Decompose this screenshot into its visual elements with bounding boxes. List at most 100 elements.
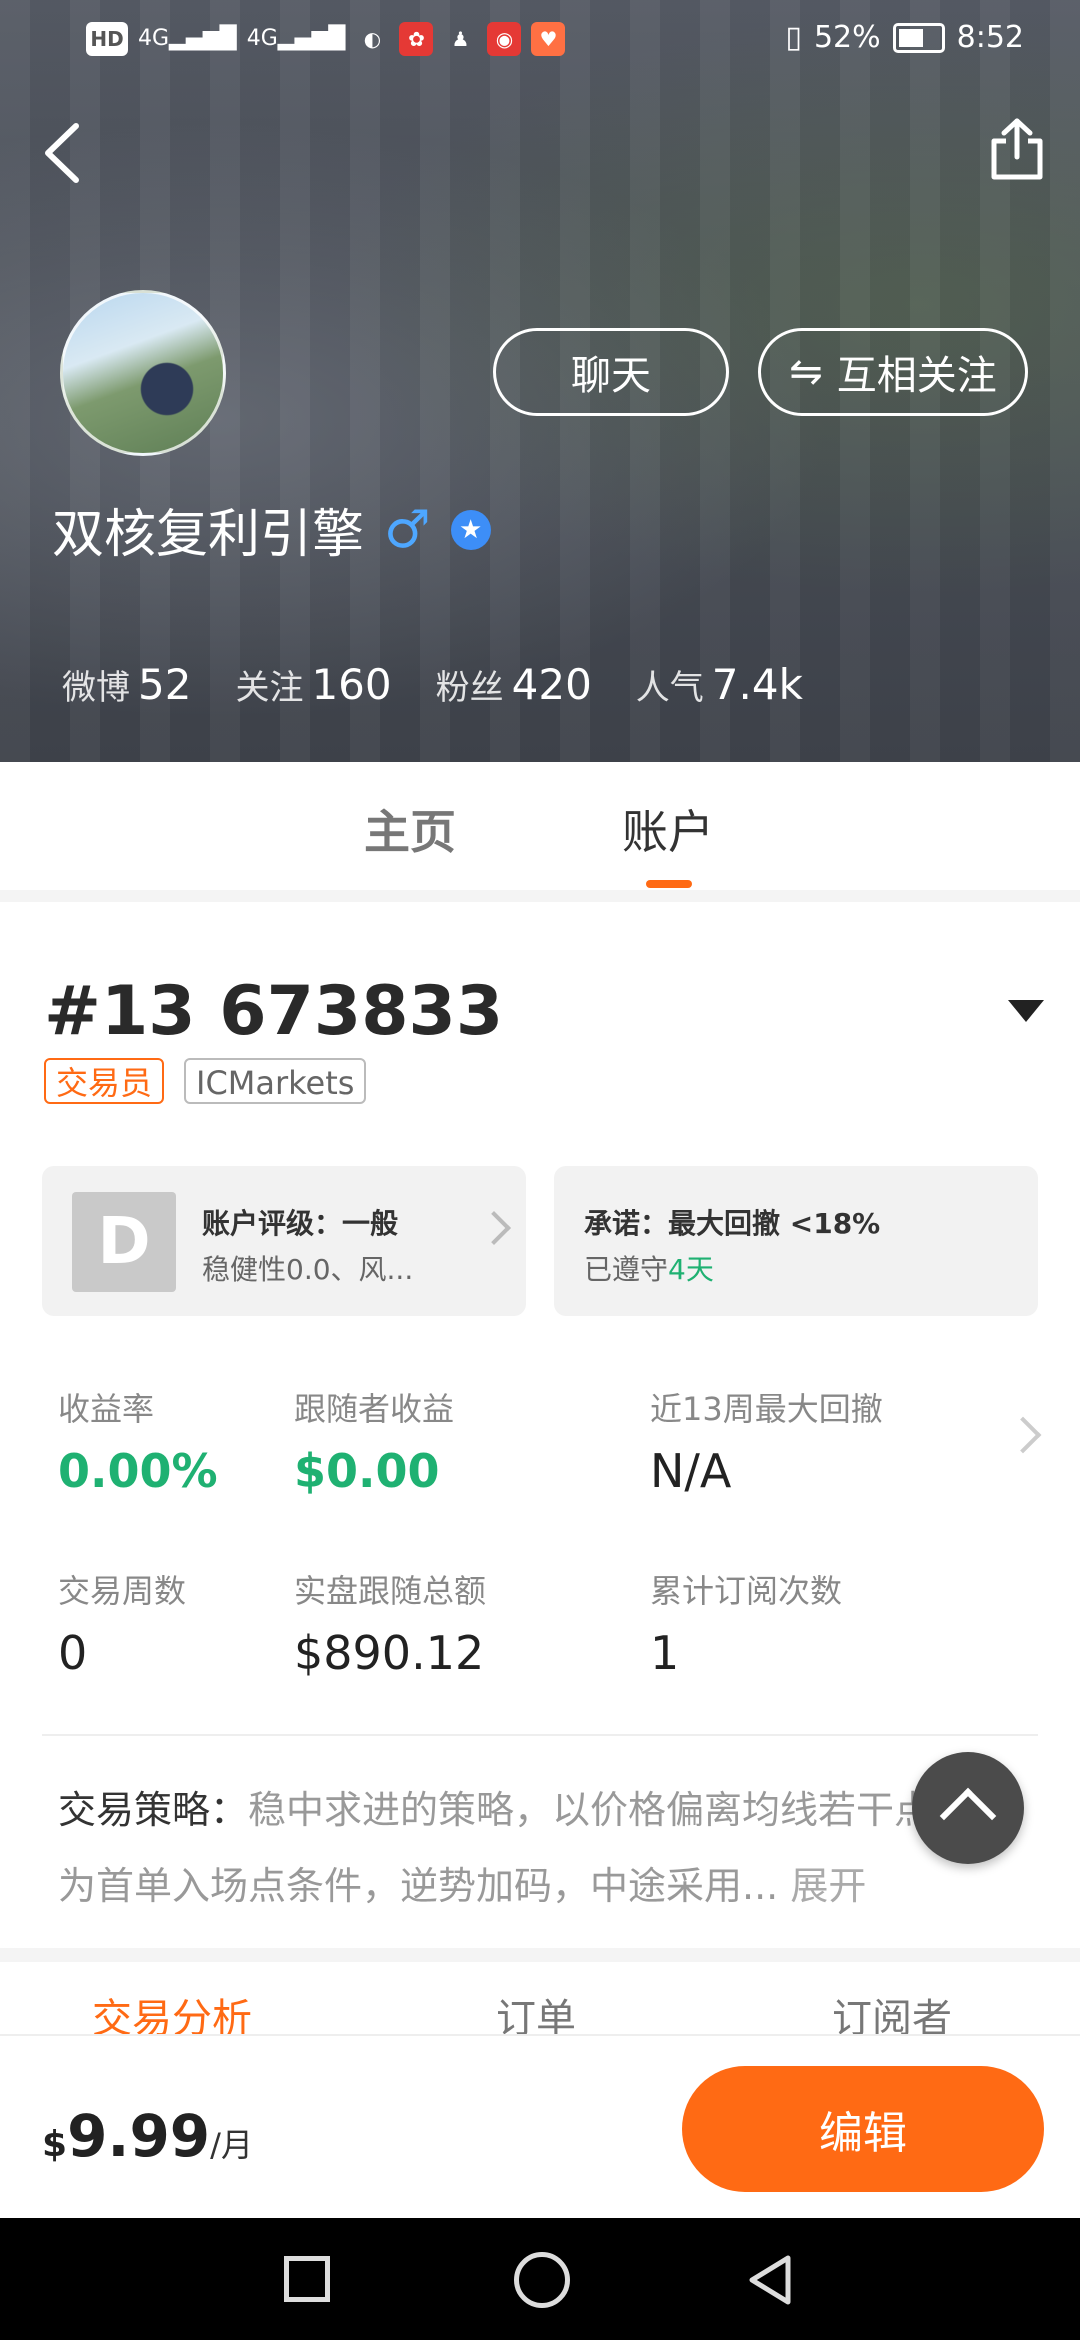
- promise-days: 4天: [668, 1253, 714, 1286]
- chat-button-label: 聊天: [571, 353, 651, 399]
- metric-value: 1: [650, 1626, 680, 1680]
- role-tag: 交易员: [44, 1058, 165, 1104]
- qq-icon: ♟: [451, 27, 470, 51]
- strategy-label: 交易策略：: [58, 1788, 249, 1832]
- promise-title: 承诺：最大回撤 <18%: [584, 1207, 881, 1240]
- clock: 8:52: [956, 20, 1024, 55]
- metric-label: 累计订阅次数: [650, 1572, 843, 1610]
- stat-value: 7.4k: [711, 660, 803, 709]
- price-unit: /月: [210, 2126, 253, 2164]
- analysis-tabs: 交易分析 订单 订阅者: [0, 1962, 1080, 2034]
- system-navigation-bar: [0, 2218, 1080, 2340]
- status-right-icons: ▯ 52% 8:52: [785, 20, 1024, 55]
- huawei-app-icon: ✿: [399, 22, 434, 56]
- home-icon[interactable]: [514, 2252, 570, 2308]
- health-app-icon: ♥: [531, 22, 566, 56]
- metric-label: 收益率: [58, 1390, 155, 1428]
- network-4g-label: 4G: [246, 26, 278, 51]
- price-amount: 9.99: [67, 2102, 211, 2170]
- stat-value: 160: [311, 660, 392, 709]
- mutual-follow-button[interactable]: ⇋ 互相关注: [758, 328, 1028, 416]
- tab-home[interactable]: 主页: [364, 796, 456, 862]
- recent-apps-icon[interactable]: [284, 2256, 330, 2302]
- broker-tag: ICMarkets: [184, 1058, 367, 1104]
- rating-title: 账户评级：一般: [202, 1207, 399, 1240]
- swap-arrows-icon: ⇋: [789, 349, 823, 395]
- scroll-to-top-button[interactable]: [912, 1752, 1024, 1864]
- rating-subtitle: 稳健性0.0、风...: [202, 1253, 414, 1286]
- grade-badge: D: [72, 1192, 176, 1292]
- stat-weibo[interactable]: 微博 52: [62, 660, 191, 709]
- metric-subscriptions: 累计订阅次数 1: [650, 1566, 842, 1680]
- subscription-price: $9.99/月: [42, 2102, 253, 2170]
- metric-label: 实盘跟随总额: [294, 1572, 487, 1610]
- metric-trading-weeks: 交易周数 0: [58, 1566, 186, 1680]
- promise-subtitle: 已遵守4天: [584, 1248, 714, 1288]
- stat-label: 人气: [635, 668, 704, 708]
- metric-value: $0.00: [294, 1444, 440, 1498]
- account-number: #13 673833: [44, 972, 504, 1051]
- metric-label: 跟随者收益: [294, 1390, 455, 1428]
- chevron-right-icon[interactable]: [1004, 1416, 1042, 1454]
- metric-total-follow: 实盘跟随总额 $890.12: [294, 1566, 486, 1680]
- stat-fans[interactable]: 粉丝 420: [436, 660, 592, 709]
- profile-stats: 微博 52 关注 160 粉丝 420 人气 7.4k: [62, 660, 803, 709]
- back-icon[interactable]: [36, 118, 92, 188]
- edit-button-label: 编辑: [819, 2108, 907, 2159]
- follow-button-label: 互相关注: [836, 353, 997, 399]
- metric-value: 0.00%: [58, 1444, 218, 1498]
- vibrate-icon: ▯: [785, 20, 802, 55]
- hd-icon: HD: [86, 22, 128, 56]
- battery-percent: 52%: [813, 20, 881, 55]
- app-notification-icon: ◐: [363, 27, 382, 51]
- account-dropdown-icon[interactable]: [1008, 1000, 1044, 1022]
- edit-button[interactable]: 编辑: [682, 2066, 1044, 2192]
- drawdown-promise-box: 承诺：最大回撤 <18% 已遵守4天: [554, 1166, 1038, 1316]
- stat-label: 微博: [62, 668, 130, 708]
- user-name: 双核复利引擎: [52, 505, 365, 565]
- share-icon[interactable]: [982, 115, 1052, 185]
- tab-subscribers[interactable]: 订阅者: [832, 1986, 952, 2034]
- network-4g-label: 4G: [138, 26, 170, 51]
- signal-4g-icon-1: 4G▂▄▆█: [138, 26, 237, 51]
- stat-following[interactable]: 关注 160: [235, 660, 391, 709]
- metric-label: 近13周最大回撤: [650, 1390, 883, 1428]
- active-tab-indicator: [646, 880, 692, 888]
- stat-label: 粉丝: [435, 668, 504, 708]
- profile-tabs: 主页 账户: [0, 762, 1080, 890]
- stat-label: 关注: [235, 668, 304, 708]
- metric-return-rate: 收益率 0.00%: [58, 1384, 218, 1498]
- stat-popularity: 人气 7.4k: [636, 660, 803, 709]
- avatar[interactable]: [60, 290, 226, 456]
- tab-orders[interactable]: 订单: [496, 1986, 576, 2034]
- status-left-icons: HD 4G▂▄▆█ 4G▂▄▆█ ◐ ✿ ♟ ◉ ♥: [86, 22, 566, 56]
- signal-4g-icon-2: 4G▂▄▆█: [246, 26, 346, 51]
- metric-value: 0: [58, 1626, 88, 1680]
- metric-value: $890.12: [294, 1626, 485, 1680]
- metric-label: 交易周数: [58, 1572, 187, 1610]
- profile-header: HD 4G▂▄▆█ 4G▂▄▆█ ◐ ✿ ♟ ◉ ♥ ▯ 52% 8:52 聊天…: [0, 0, 1080, 762]
- battery-icon: [892, 22, 945, 53]
- user-name-row: 双核复利引擎 ♂ ★: [52, 492, 491, 567]
- price-currency: $: [42, 2124, 68, 2165]
- promise-prefix: 已遵守: [584, 1253, 669, 1286]
- male-gender-icon: ♂: [384, 499, 431, 560]
- trading-strategy: 交易策略：稳中求进的策略，以价格偏离均线若干点作为首单入场点条件，逆势加码，中途…: [58, 1772, 998, 1924]
- nav-back-icon[interactable]: [742, 2252, 798, 2308]
- chevron-right-icon: [477, 1211, 511, 1245]
- stat-value: 420: [511, 660, 592, 709]
- metric-value: N/A: [650, 1444, 732, 1498]
- divider: [42, 1734, 1038, 1736]
- tab-trade-analysis[interactable]: 交易分析: [92, 1986, 252, 2034]
- verified-badge-icon: ★: [450, 509, 491, 550]
- status-bar: HD 4G▂▄▆█ 4G▂▄▆█ ◐ ✿ ♟ ◉ ♥ ▯ 52% 8:52: [0, 0, 1080, 82]
- subscription-bar: $9.99/月 编辑: [0, 2034, 1080, 2220]
- tab-account[interactable]: 账户: [622, 796, 714, 862]
- expand-link[interactable]: 展开: [790, 1864, 866, 1908]
- metric-max-drawdown[interactable]: 近13周最大回撤 N/A: [650, 1384, 883, 1498]
- account-rating-box[interactable]: D 账户评级：一般 稳健性0.0、风...: [42, 1166, 526, 1316]
- stat-value: 52: [138, 660, 192, 709]
- chat-button[interactable]: 聊天: [493, 328, 729, 416]
- metric-follower-profit: 跟随者收益 $0.00: [294, 1384, 454, 1498]
- music-app-icon: ◉: [487, 22, 522, 56]
